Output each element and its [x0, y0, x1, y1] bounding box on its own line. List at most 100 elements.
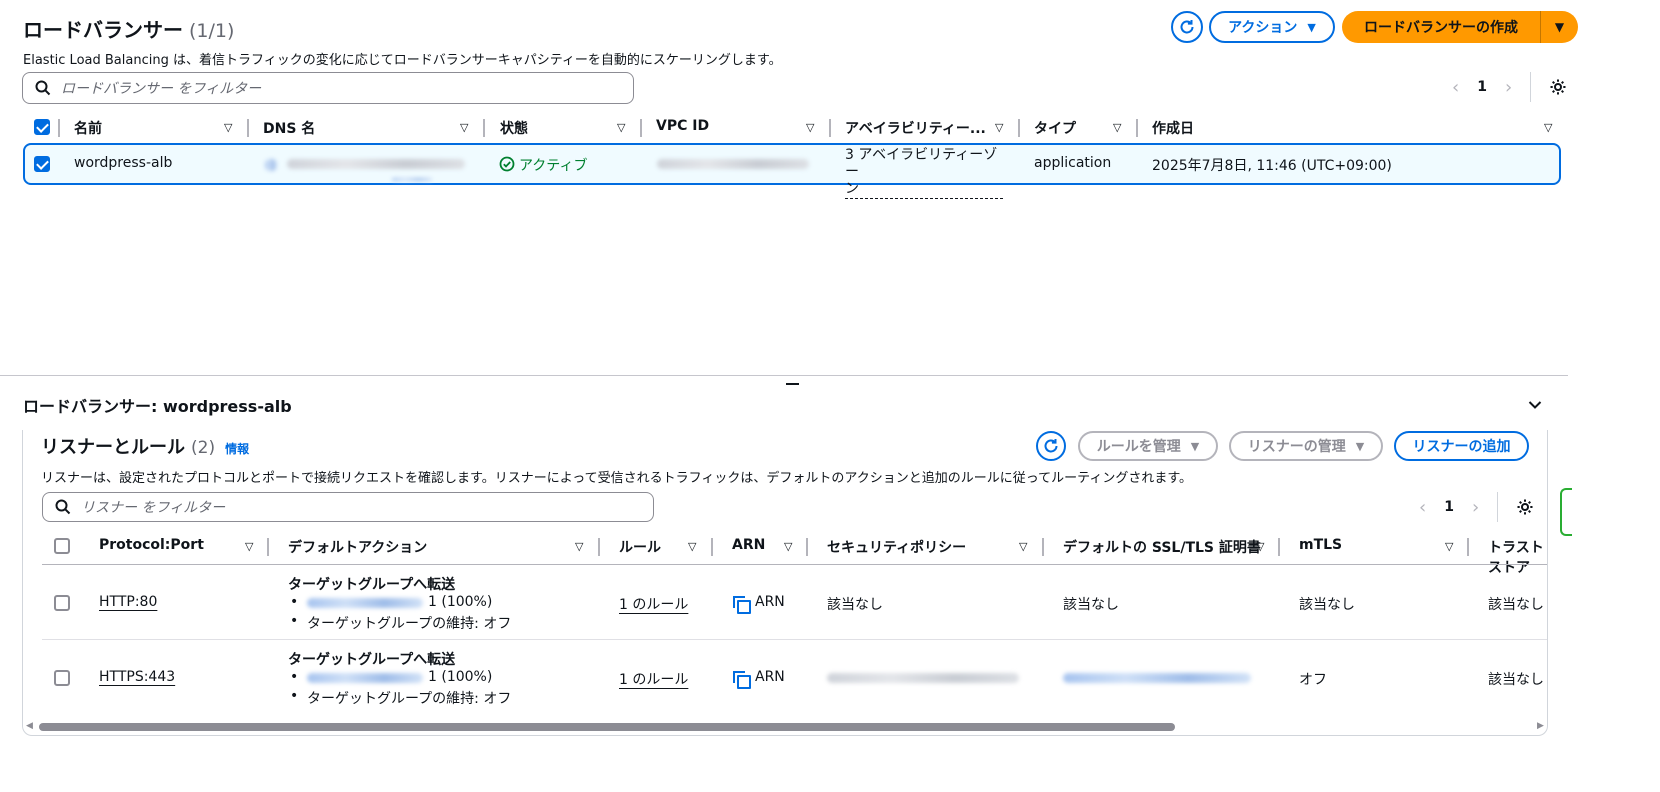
lb-name-link[interactable]: wordpress-alb — [74, 155, 172, 171]
column-header-az[interactable]: アベイラビリティー... — [845, 118, 986, 138]
manage-rules-button[interactable]: ルールを管理 ▼ — [1078, 431, 1218, 461]
settings-gear-icon[interactable] — [1516, 498, 1534, 516]
dns-underline-redacted — [392, 178, 432, 181]
column-header-created[interactable]: 作成日 — [1152, 118, 1194, 138]
select-all-checkbox[interactable] — [54, 538, 70, 554]
az-popover-trigger[interactable]: 3 アベイラビリティーゾー ン — [845, 147, 1003, 199]
next-page-icon[interactable]: › — [1505, 77, 1512, 98]
sort-icon[interactable]: ▽ — [224, 121, 232, 134]
actions-label: アクション — [1228, 20, 1298, 36]
sort-icon[interactable]: ▽ — [1544, 121, 1552, 134]
dns-name-redacted — [287, 159, 465, 169]
current-page[interactable]: 1 — [1444, 499, 1454, 515]
column-divider — [598, 538, 600, 556]
column-header-name[interactable]: 名前 — [74, 118, 102, 138]
lb-type: application — [1034, 155, 1112, 171]
stickiness-text: ターゲットグループの維持: オフ — [307, 616, 512, 632]
details-panel-title: ロードバランサー: wordpress-alb — [23, 397, 292, 416]
caret-down-icon: ▼ — [1307, 20, 1316, 34]
sort-icon[interactable]: ▽ — [1019, 540, 1027, 553]
az-text-line: ン — [845, 181, 859, 197]
sort-icon[interactable]: ▽ — [575, 540, 583, 553]
scrollbar-thumb[interactable] — [39, 723, 1175, 731]
column-header-arn[interactable]: ARN — [732, 537, 765, 553]
listener-filter-input[interactable]: リスナー をフィルター — [42, 492, 654, 522]
column-divider — [1467, 538, 1469, 556]
refresh-button[interactable] — [1171, 11, 1203, 43]
certificate-link-redacted[interactable] — [1063, 673, 1251, 683]
refresh-icon — [1180, 20, 1194, 34]
column-header-protocol-port[interactable]: Protocol:Port — [99, 537, 204, 553]
current-page[interactable]: 1 — [1477, 79, 1487, 95]
copy-dns-icon[interactable] — [265, 159, 277, 171]
search-icon — [35, 80, 51, 96]
select-all-checkbox[interactable] — [34, 119, 50, 135]
scroll-right-icon[interactable]: ▶ — [1537, 721, 1544, 731]
sort-icon[interactable]: ▽ — [806, 121, 814, 134]
column-header-rules[interactable]: ルール — [619, 537, 661, 557]
row-checkbox[interactable] — [54, 595, 70, 611]
create-dropdown-button[interactable]: ▼ — [1540, 11, 1578, 43]
prev-page-icon[interactable]: ‹ — [1452, 77, 1459, 98]
mtls: オフ — [1299, 672, 1327, 688]
divider — [1530, 72, 1532, 102]
chevron-down-icon[interactable] — [1528, 398, 1542, 414]
side-feedback-tab[interactable] — [1560, 488, 1572, 536]
search-icon — [55, 499, 71, 515]
manage-rules-label: ルールを管理 — [1096, 439, 1181, 455]
column-header-mtls[interactable]: mTLS — [1299, 537, 1342, 553]
copy-icon[interactable] — [733, 596, 751, 614]
row-checkbox[interactable] — [34, 156, 50, 172]
sort-icon[interactable]: ▽ — [995, 121, 1003, 134]
column-header-type[interactable]: タイプ — [1034, 118, 1076, 138]
next-page-icon[interactable]: › — [1472, 497, 1479, 518]
security-policy-redacted — [827, 673, 1019, 683]
sort-icon[interactable]: ▽ — [245, 540, 253, 553]
column-header-default-action[interactable]: デフォルトアクション — [288, 537, 427, 557]
listener-link[interactable]: HTTPS:443 — [99, 669, 175, 685]
sort-icon[interactable]: ▽ — [460, 121, 468, 134]
rules-link[interactable]: 1 のルール — [619, 594, 688, 614]
column-divider — [1278, 538, 1280, 556]
status-success-icon — [499, 156, 515, 172]
horizontal-scrollbar[interactable]: ◀ ▶ — [23, 720, 1547, 734]
column-header-vpc[interactable]: VPC ID — [656, 118, 709, 134]
column-header-truststore[interactable]: トラストストア — [1488, 537, 1547, 577]
column-header-dns[interactable]: DNS 名 — [263, 118, 315, 138]
sort-icon[interactable]: ▽ — [688, 540, 696, 553]
target-group-link-redacted[interactable] — [307, 673, 423, 683]
listeners-refresh-button[interactable] — [1036, 431, 1066, 461]
rules-link[interactable]: 1 のルール — [619, 669, 688, 689]
info-link[interactable]: 情報 — [225, 440, 249, 457]
header-divider — [42, 564, 1547, 565]
column-header-security-policy[interactable]: セキュリティポリシー — [827, 537, 966, 557]
column-header-certificate[interactable]: デフォルトの SSL/TLS 証明書 — [1063, 537, 1261, 557]
sort-icon[interactable]: ▽ — [617, 121, 625, 134]
target-group-link-redacted[interactable] — [307, 598, 423, 608]
column-divider — [483, 119, 485, 137]
column-divider — [711, 538, 713, 556]
scroll-left-icon[interactable]: ◀ — [26, 721, 33, 731]
column-header-state[interactable]: 状態 — [500, 118, 528, 138]
settings-gear-icon[interactable] — [1549, 78, 1567, 96]
vpc-id-redacted — [657, 159, 809, 169]
sort-icon[interactable]: ▽ — [784, 540, 792, 553]
lb-filter-input[interactable]: ロードバランサー をフィルター — [22, 72, 634, 104]
sort-icon[interactable]: ▽ — [1256, 540, 1264, 553]
create-load-balancer-button[interactable]: ロードバランサーの作成 — [1342, 11, 1540, 43]
target-weight: 1 (100%) — [428, 594, 493, 610]
column-divider — [1042, 538, 1044, 556]
sort-icon[interactable]: ▽ — [1113, 121, 1121, 134]
copy-icon[interactable] — [733, 671, 751, 689]
row-checkbox[interactable] — [54, 670, 70, 686]
split-panel-resize-handle[interactable] — [786, 383, 799, 385]
listeners-description: リスナーは、設定されたプロトコルとポートで接続リクエストを確認します。リスナーに… — [41, 471, 1193, 486]
manage-listeners-button[interactable]: リスナーの管理 ▼ — [1229, 431, 1383, 461]
sort-icon[interactable]: ▽ — [1445, 540, 1453, 553]
add-listener-button[interactable]: リスナーの追加 — [1394, 431, 1529, 461]
prev-page-icon[interactable]: ‹ — [1419, 497, 1426, 518]
actions-button[interactable]: アクション ▼ — [1209, 11, 1335, 43]
load-balancer-list-panel: ロードバランサー (1/1) Elastic Load Balancing は、… — [0, 0, 1660, 398]
listener-link[interactable]: HTTP:80 — [99, 594, 157, 610]
page-title: ロードバランサー — [23, 18, 183, 42]
